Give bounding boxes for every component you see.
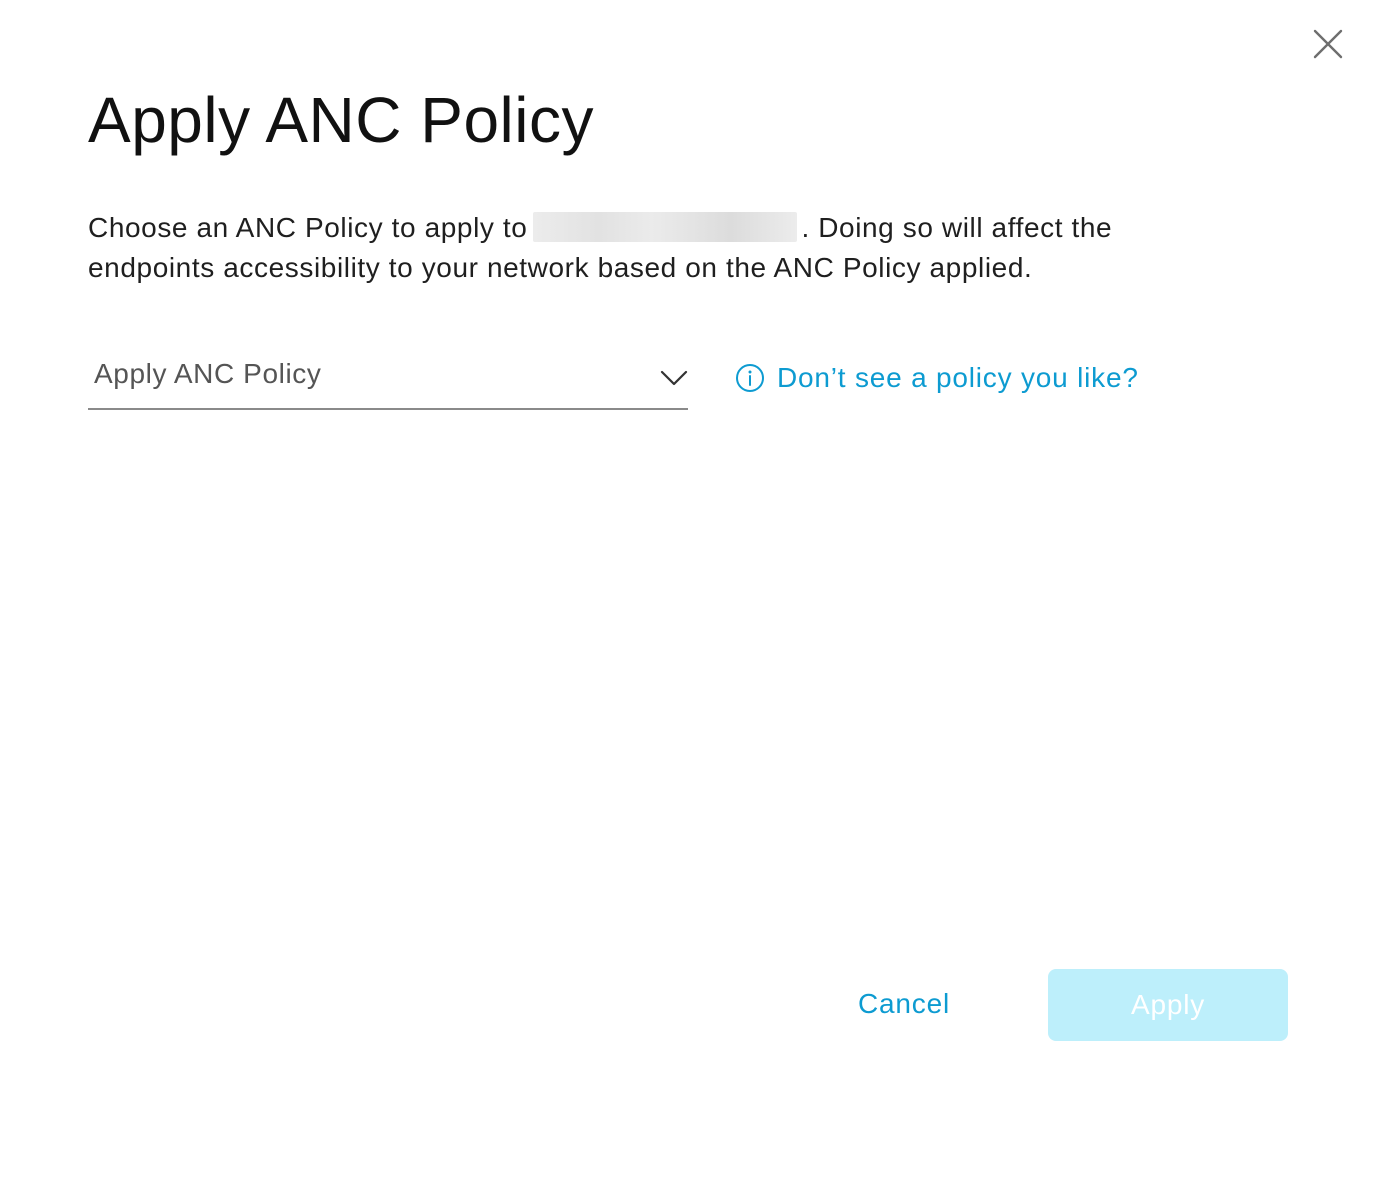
anc-policy-select-value: Apply ANC Policy — [94, 358, 322, 389]
chevron-down-icon — [660, 364, 688, 392]
description-text-start: Choose an ANC Policy to apply to — [88, 212, 528, 243]
anc-policy-select[interactable]: Apply ANC Policy — [88, 350, 688, 410]
info-icon — [735, 363, 765, 393]
redacted-endpoint — [533, 212, 798, 242]
close-button[interactable] — [1306, 22, 1350, 66]
apply-anc-policy-dialog: Apply ANC Policy Choose an ANC Policy to… — [0, 0, 1374, 1194]
dialog-title: Apply ANC Policy — [88, 84, 594, 156]
apply-button[interactable]: Apply — [1048, 969, 1288, 1041]
dialog-description: Choose an ANC Policy to apply to. Doing … — [88, 208, 1208, 288]
policy-help-link-label: Don’t see a policy you like? — [777, 362, 1139, 393]
cancel-button[interactable]: Cancel — [838, 970, 970, 1038]
close-icon — [1312, 28, 1344, 60]
policy-help-link[interactable]: Don’t see a policy you like? — [735, 358, 1139, 398]
